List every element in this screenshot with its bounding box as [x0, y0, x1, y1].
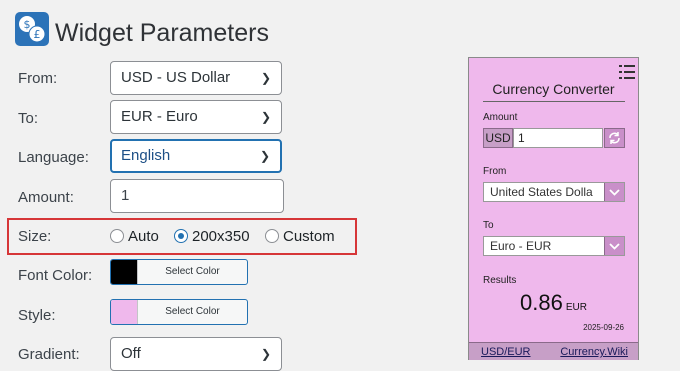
style-label: Style: [18, 307, 56, 324]
widget-from-value: United States Dolla [490, 185, 593, 199]
widget-currency-code: USD [483, 128, 513, 148]
size-auto-label[interactable]: Auto [128, 228, 159, 245]
swap-refresh-button[interactable] [604, 128, 625, 148]
footer-pair-link[interactable]: USD/EUR [481, 346, 531, 358]
size-custom-radio[interactable] [265, 229, 279, 243]
gradient-select-value: Off [121, 345, 141, 362]
widget-from-label: From [483, 166, 507, 177]
font-color-picker[interactable]: Select Color [110, 259, 248, 285]
chevron-down-icon: ❯ [260, 71, 271, 85]
widget-result: 0.86 EUR [469, 290, 638, 316]
font-color-select-button[interactable]: Select Color [137, 260, 247, 284]
footer-site-link[interactable]: Currency.Wiki [560, 346, 628, 358]
chevron-down-icon: ❯ [260, 347, 271, 361]
size-200x350-radio[interactable] [174, 229, 188, 243]
widget-title: Currency Converter [492, 81, 615, 97]
size-custom-label[interactable]: Custom [283, 228, 335, 245]
widget-to-select[interactable]: Euro - EUR [483, 236, 625, 256]
size-200x350-label[interactable]: 200x350 [192, 228, 250, 245]
widget-from-select[interactable]: United States Dolla [483, 182, 625, 202]
widget-result-currency: EUR [565, 302, 587, 313]
from-select-value: USD - US Dollar [121, 69, 231, 86]
gradient-label: Gradient: [18, 346, 80, 363]
svg-text:£: £ [34, 28, 41, 41]
widget-to-value: Euro - EUR [490, 239, 552, 253]
svg-text:$: $ [24, 18, 31, 31]
style-color-picker[interactable]: Select Color [110, 299, 248, 325]
chevron-down-icon: ❯ [259, 149, 270, 163]
widget-date: 2025-09-26 [583, 323, 624, 332]
widget-result-value: 0.86 [520, 290, 563, 315]
from-label: From: [18, 70, 58, 87]
widget-footer: USD/EUR Currency.Wiki [469, 342, 638, 360]
size-label: Size: [18, 228, 52, 245]
widget-amount-label: Amount [483, 112, 518, 123]
menu-list-icon[interactable] [619, 64, 635, 80]
widget-amount-row: USD 1 [483, 128, 625, 148]
widget-to-label: To [483, 220, 494, 231]
font-color-label: Font Color: [18, 267, 93, 284]
amount-label: Amount: [18, 189, 74, 206]
currency-widget-preview: Currency Converter Amount USD 1 From Uni… [468, 57, 639, 360]
language-label: Language: [18, 149, 89, 166]
page-title: Widget Parameters [55, 19, 269, 47]
widget-amount-input[interactable]: 1 [513, 128, 603, 148]
language-select-value: English [121, 147, 171, 164]
chevron-down-icon[interactable] [604, 183, 624, 201]
currency-logo-icon: $ £ [15, 12, 49, 46]
divider [483, 101, 625, 102]
style-color-swatch [111, 300, 137, 324]
language-select[interactable]: English ❯ [110, 139, 282, 173]
to-select[interactable]: EUR - Euro ❯ [110, 100, 282, 134]
chevron-down-icon[interactable] [604, 237, 624, 255]
to-select-value: EUR - Euro [121, 108, 198, 125]
font-color-swatch [111, 260, 137, 284]
size-auto-radio[interactable] [110, 229, 124, 243]
style-select-button[interactable]: Select Color [137, 300, 247, 324]
from-select[interactable]: USD - US Dollar ❯ [110, 61, 282, 95]
widget-results-label: Results [483, 275, 517, 286]
chevron-down-icon: ❯ [260, 110, 271, 124]
amount-input[interactable]: 1 [110, 179, 284, 213]
gradient-select[interactable]: Off ❯ [110, 337, 282, 371]
to-label: To: [18, 110, 39, 127]
